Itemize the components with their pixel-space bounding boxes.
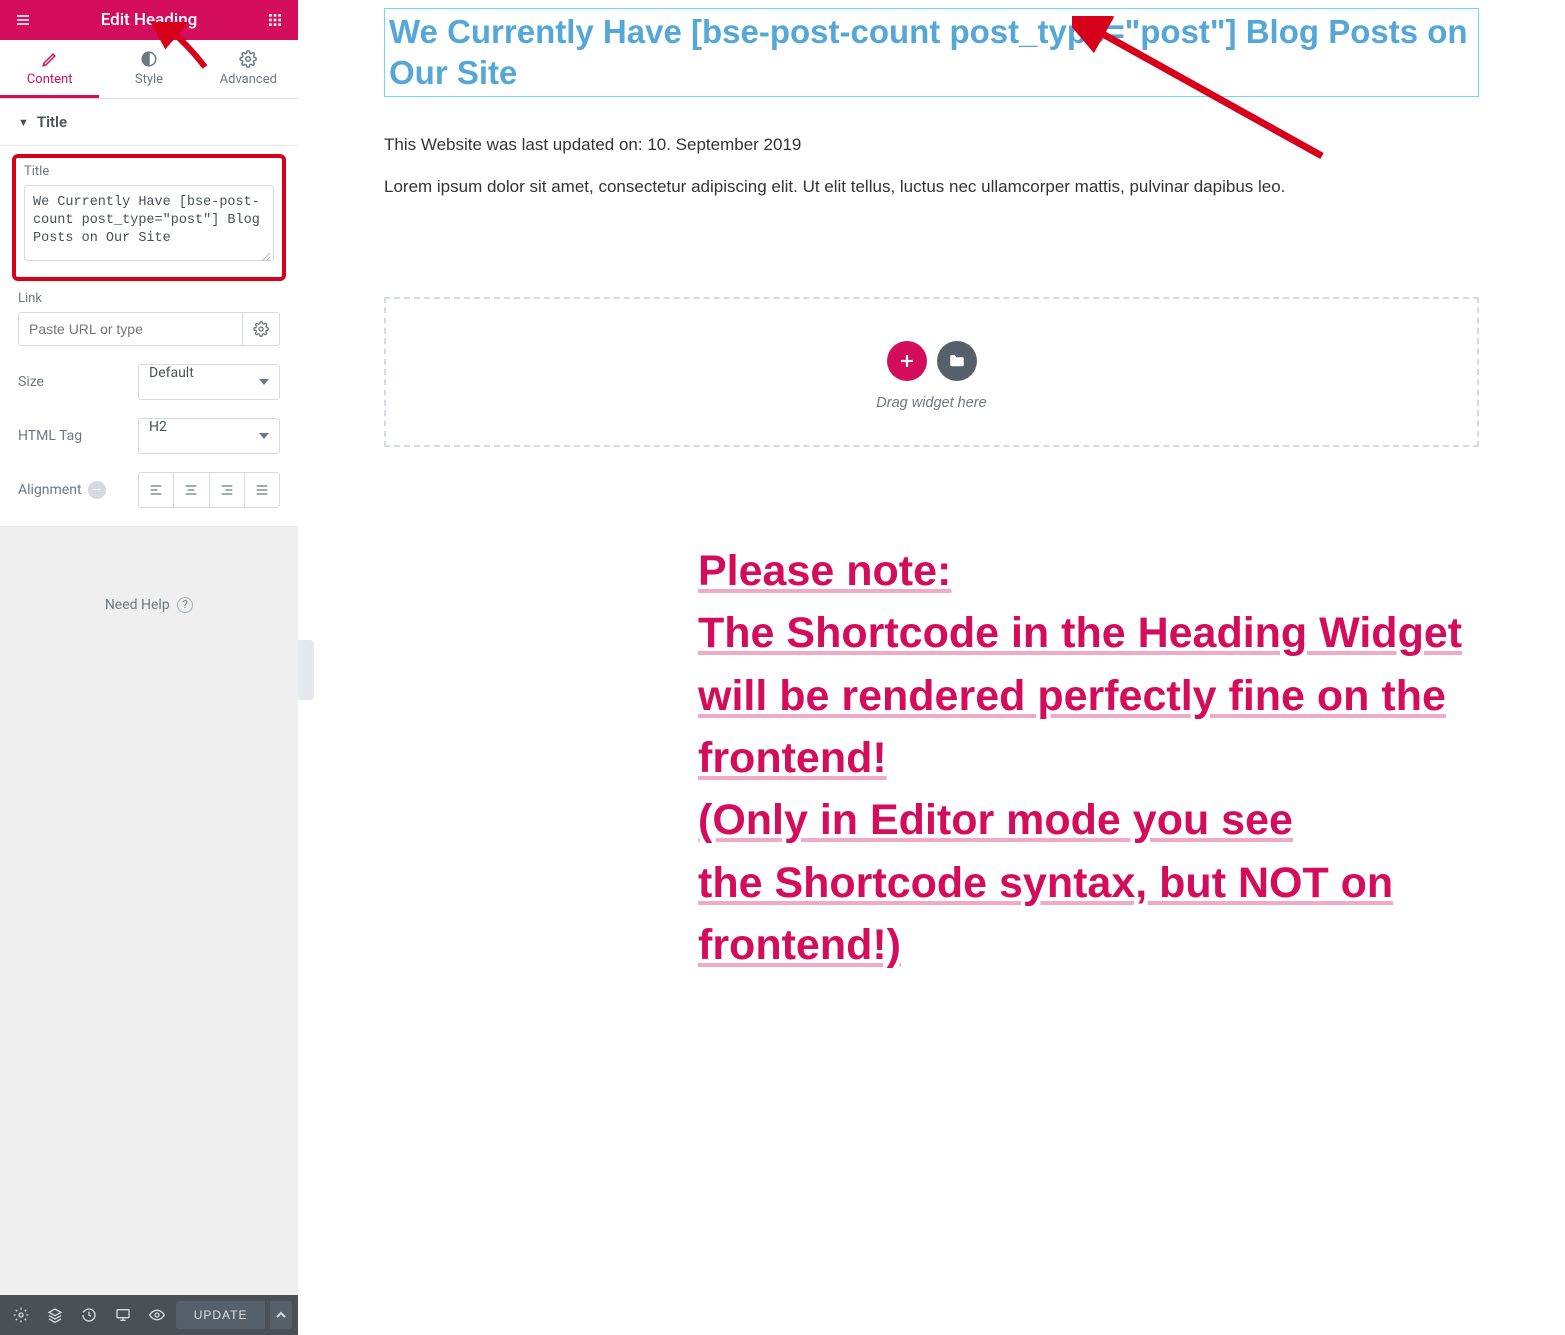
title-textarea[interactable] [24,185,274,261]
eye-icon [149,1307,165,1323]
htmltag-control: HTML Tag H2 [18,418,280,454]
section-title-label: Title [37,113,67,131]
need-help-link[interactable]: Need Help ? [0,597,298,613]
drop-zone[interactable]: Drag widget here [384,297,1479,447]
heading-widget[interactable]: We Currently Have [bse-post-count post_t… [384,8,1479,97]
drop-caption: Drag widget here [386,395,1477,411]
add-section-button[interactable] [887,341,927,381]
align-center-icon [183,482,199,498]
tab-content[interactable]: Content [0,40,99,98]
link-field: Link [18,291,280,346]
caret-down-icon: ▼ [18,116,29,129]
sidebar-header: Edit Heading [0,0,298,40]
settings-button[interactable] [6,1299,36,1331]
bottom-toolbar: UPDATE [0,1295,298,1335]
htmltag-select[interactable]: H2 [138,418,280,454]
align-left-button[interactable] [139,473,174,507]
tab-advanced-label: Advanced [220,72,277,87]
navigator-button[interactable] [40,1299,70,1331]
preview-button[interactable] [142,1299,172,1331]
align-justify-icon [254,482,270,498]
align-left-icon [148,482,164,498]
monitor-icon [115,1307,131,1323]
size-control: Size Default [18,364,280,400]
alignment-label: Alignment — [18,481,138,499]
responsive-button[interactable] [108,1299,138,1331]
update-options-button[interactable] [269,1301,292,1329]
alignment-clear-icon[interactable]: — [88,481,106,499]
title-field-label: Title [24,164,274,179]
alignment-control: Alignment — [18,472,280,508]
tab-style-label: Style [135,72,163,87]
align-center-button[interactable] [174,473,209,507]
annotation-note: Please note: The Shortcode in the Headin… [698,540,1565,976]
folder-icon [948,352,966,370]
add-template-button[interactable] [937,341,977,381]
editor-sidebar: Edit Heading Content Style Advanced ▼ Ti… [0,0,298,1335]
title-field-highlight: Title [12,154,286,281]
align-right-button[interactable] [210,473,245,507]
link-options-button[interactable] [242,312,280,346]
editor-canvas: We Currently Have [bse-post-count post_t… [298,0,1565,1335]
link-field-label: Link [18,291,280,306]
align-justify-button[interactable] [245,473,279,507]
caret-up-icon [276,1310,286,1320]
plus-icon [898,352,916,370]
sidebar-title: Edit Heading [34,10,264,30]
apps-grid-icon[interactable] [264,9,286,31]
size-select[interactable]: Default [138,364,280,400]
lorem-text: Lorem ipsum dolor sit amet, consectetur … [384,177,1479,197]
section-body: Title Link Size Default [0,146,298,527]
layers-icon [47,1307,63,1323]
size-label: Size [18,374,138,390]
tab-content-label: Content [27,72,73,87]
tab-style[interactable]: Style [99,40,198,98]
gear-icon [13,1307,29,1323]
help-icon: ? [177,597,193,613]
section-title-toggle[interactable]: ▼ Title [0,99,298,146]
editor-tabs: Content Style Advanced [0,40,298,99]
tab-advanced[interactable]: Advanced [199,40,298,98]
htmltag-label: HTML Tag [18,428,138,444]
history-button[interactable] [74,1299,104,1331]
last-updated-text: This Website was last updated on: 10. Se… [384,135,1479,155]
resize-grip-icon [260,251,270,261]
menu-icon[interactable] [12,9,34,31]
align-right-icon [219,482,235,498]
link-input[interactable] [18,312,242,346]
update-button[interactable]: UPDATE [176,1301,266,1329]
gear-icon [253,321,269,337]
history-icon [81,1307,97,1323]
